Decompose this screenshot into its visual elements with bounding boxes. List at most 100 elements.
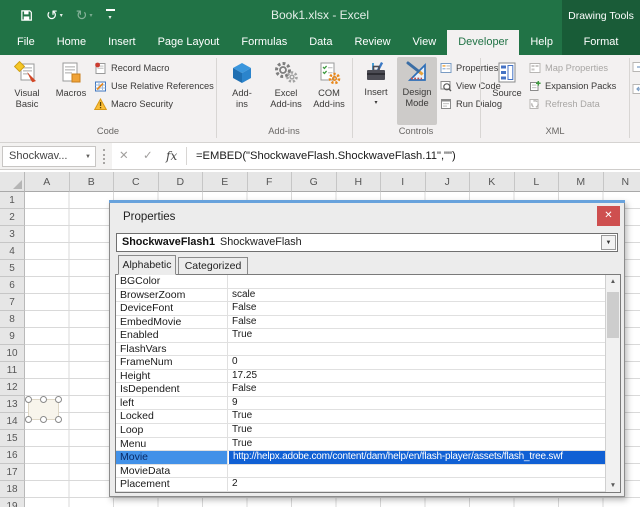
row-header-4[interactable]: 4 (0, 243, 25, 260)
export-button[interactable] (632, 60, 640, 78)
row-header-1[interactable]: 1 (0, 192, 25, 209)
column-header-C[interactable]: C (114, 172, 159, 192)
insert-function-icon[interactable]: fx (166, 143, 177, 169)
row-header-6[interactable]: 6 (0, 277, 25, 294)
shockwaveflash-object[interactable] (25, 396, 62, 423)
insert-dropdown-caret-icon[interactable]: ▾ (374, 99, 377, 106)
formula-input[interactable]: =EMBED("ShockwaveFlash.ShockwaveFlash.11… (196, 143, 456, 169)
property-row-FrameNum[interactable]: FrameNum 0 (116, 356, 620, 370)
tab-review[interactable]: Review (343, 30, 401, 55)
column-header-M[interactable]: M (559, 172, 604, 192)
property-row-Placement[interactable]: Placement 2 (116, 478, 620, 492)
tab-data[interactable]: Data (298, 30, 343, 55)
selection-handle[interactable] (40, 396, 47, 403)
property-row-DeviceFont[interactable]: DeviceFont False (116, 302, 620, 316)
column-header-H[interactable]: H (336, 172, 381, 192)
row-header-19[interactable]: 19 (0, 498, 25, 507)
row-header-17[interactable]: 17 (0, 464, 25, 481)
name-box-dropdown-icon[interactable]: ▼ (85, 147, 91, 166)
combo-dropdown-icon[interactable]: ▼ (601, 235, 616, 250)
enter-check-icon[interactable]: ✓ (143, 143, 153, 169)
select-all-button[interactable] (0, 172, 25, 192)
property-row-IsDependent[interactable]: IsDependent False (116, 383, 620, 397)
property-value[interactable]: False (228, 302, 605, 315)
row-header-10[interactable]: 10 (0, 345, 25, 362)
property-row-BGColor[interactable]: BGColor (116, 275, 620, 289)
tab-alphabetic[interactable]: Alphabetic (118, 255, 176, 275)
tab-view[interactable]: View (402, 30, 448, 55)
property-value[interactable]: scale (228, 289, 605, 302)
property-value[interactable]: True (228, 410, 605, 423)
macro-security-button[interactable]: Macro Security (94, 96, 173, 112)
row-header-7[interactable]: 7 (0, 294, 25, 311)
property-value[interactable]: True (228, 329, 605, 342)
cancel-icon[interactable]: ✕ (119, 143, 129, 169)
selection-handle[interactable] (25, 396, 32, 403)
tab-page-layout[interactable]: Page Layout (147, 30, 231, 55)
tab-file[interactable]: File (6, 30, 46, 55)
row-header-12[interactable]: 12 (0, 379, 25, 396)
use-relative-references-button[interactable]: Use Relative References (94, 78, 214, 94)
scroll-down-icon[interactable]: ▼ (606, 479, 620, 492)
map-properties-button[interactable]: Map Properties (529, 60, 608, 76)
tab-insert[interactable]: Insert (97, 30, 147, 55)
property-value[interactable]: 2 (228, 478, 605, 491)
selection-handle[interactable] (25, 416, 32, 423)
tab-home[interactable]: Home (46, 30, 97, 55)
row-header-9[interactable]: 9 (0, 328, 25, 345)
record-macro-button[interactable]: Record Macro (94, 60, 169, 76)
selection-handle[interactable] (40, 416, 47, 423)
close-icon[interactable]: ✕ (597, 206, 620, 226)
formula-bar-resize-handle[interactable] (103, 149, 105, 164)
excel-add-ins-button[interactable]: Excel Add-ins (264, 57, 308, 125)
insert-control-button[interactable]: Insert ▾ (357, 57, 395, 125)
row-header-11[interactable]: 11 (0, 362, 25, 379)
import-button[interactable] (632, 82, 640, 100)
tab-categorized[interactable]: Categorized (178, 257, 248, 275)
column-header-L[interactable]: L (514, 172, 559, 192)
property-row-Locked[interactable]: Locked True (116, 410, 620, 425)
object-selector-combobox[interactable]: ShockwaveFlash1 ShockwaveFlash ▼ (116, 233, 618, 252)
tab-formulas[interactable]: Formulas (230, 30, 298, 55)
row-header-18[interactable]: 18 (0, 481, 25, 498)
row-header-8[interactable]: 8 (0, 311, 25, 328)
name-box[interactable]: Shockwav... ▼ (2, 146, 96, 167)
column-header-D[interactable]: D (158, 172, 203, 192)
row-header-15[interactable]: 15 (0, 430, 25, 447)
property-row-Height[interactable]: Height 17.25 (116, 369, 620, 384)
column-header-F[interactable]: F (247, 172, 292, 192)
property-row-BrowserZoom[interactable]: BrowserZoom scale (116, 288, 620, 303)
property-row-Movie[interactable]: Movie http://helpx.adobe.com/content/dam/… (116, 451, 620, 465)
property-value[interactable]: False (228, 316, 605, 329)
expansion-packs-button[interactable]: Expansion Packs (529, 78, 616, 94)
row-header-2[interactable]: 2 (0, 209, 25, 226)
column-header-B[interactable]: B (69, 172, 114, 192)
property-value[interactable]: True (228, 424, 605, 437)
property-value[interactable]: True (228, 438, 605, 451)
add-ins-button[interactable]: Add- ins (222, 57, 262, 125)
property-value[interactable] (228, 275, 605, 288)
property-row-Loop[interactable]: Loop True (116, 424, 620, 438)
property-value[interactable] (228, 343, 605, 356)
property-value[interactable]: 17.25 (228, 370, 605, 383)
property-row-EmbedMovie[interactable]: EmbedMovie False (116, 315, 620, 330)
refresh-data-button[interactable]: Refresh Data (529, 96, 600, 112)
row-header-13[interactable]: 13 (0, 396, 25, 413)
design-mode-button[interactable]: Design Mode (397, 57, 437, 125)
property-value[interactable]: 9 (228, 397, 605, 410)
tab-developer[interactable]: Developer (447, 30, 520, 55)
selection-handle[interactable] (55, 396, 62, 403)
property-value[interactable]: False (228, 383, 605, 396)
column-header-A[interactable]: A (25, 172, 70, 192)
column-header-K[interactable]: K (470, 172, 515, 192)
selection-handle[interactable] (55, 416, 62, 423)
property-value[interactable]: http://helpx.adobe.com/content/dam/help/… (228, 451, 605, 464)
property-grid-scrollbar[interactable]: ▲ ▼ (605, 275, 620, 492)
tab-format[interactable]: Format (562, 30, 640, 55)
property-row-left[interactable]: left 9 (116, 396, 620, 411)
source-button[interactable]: Source (487, 57, 527, 125)
tab-help[interactable]: Help (519, 30, 564, 55)
row-header-16[interactable]: 16 (0, 447, 25, 464)
column-header-G[interactable]: G (292, 172, 337, 192)
property-value[interactable]: 0 (228, 356, 605, 369)
